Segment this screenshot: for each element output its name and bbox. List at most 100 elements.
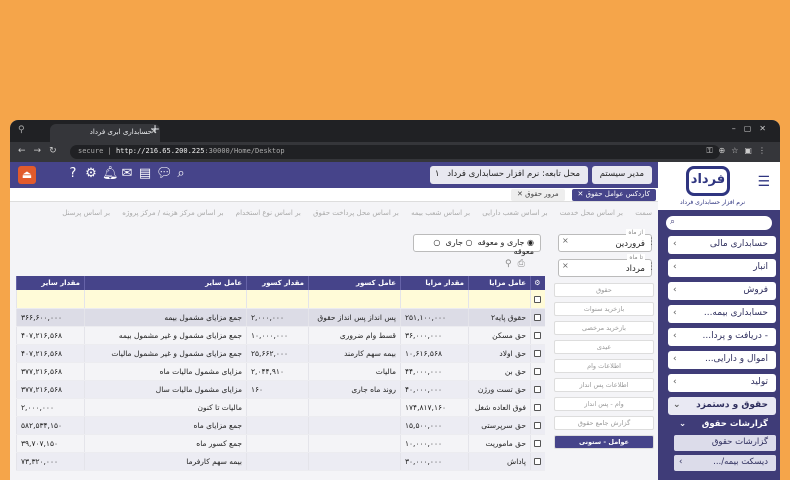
column-header[interactable]: عامل مزایا — [468, 276, 531, 290]
row-checkbox[interactable] — [530, 380, 545, 399]
row-checkbox[interactable] — [530, 344, 545, 363]
table-row[interactable]: حقوق پایه۲ ۲۵۱,۱۰۰,۰۰۰ پس انداز پس انداز ح… — [16, 308, 545, 327]
clear-icon[interactable]: × — [562, 261, 569, 270]
chevron-right-icon: › — [673, 308, 677, 318]
table-cell: ۳۹,۷۰۷,۱۵۰ — [16, 434, 85, 453]
filter-tab[interactable]: بر اساس نوع استخدام — [236, 209, 301, 217]
list-item[interactable]: اطلاعات پس انداز — [554, 378, 654, 392]
list-item-selected[interactable]: عوامل - ستونی — [554, 435, 654, 449]
table-row[interactable]: حق اولاد ۱۰,۶۱۶,۵۶۸ بیمه سهم کارمند ۲۵,۶۶۲,… — [16, 344, 545, 363]
more-icon[interactable]: ⋮ — [647, 262, 656, 272]
table-row[interactable]: پاداش ۳۰,۰۰۰,۰۰۰ بیمه سهم کارفرما ۷۳,۳۲۰,۰۰… — [16, 452, 545, 471]
filter-cell[interactable] — [308, 290, 401, 309]
nav-back-forward-reload-icon[interactable]: ←→↻ — [18, 146, 65, 156]
browser-tab[interactable]: حسابداری ابری فرداد ✕ — [50, 124, 160, 142]
browser-window: ⚲ حسابداری ابری فرداد ✕ + –▢✕ ←→↻ secure… — [10, 120, 780, 480]
mail-icon[interactable]: ✉ — [120, 166, 138, 181]
sidebar-item[interactable]: فروش › — [668, 282, 776, 300]
grid-header-row: ⚙ عامل مزایا مقدار مزایا عامل کسور مقدار… — [16, 276, 545, 290]
print-icon[interactable]: ⎙ — [518, 259, 531, 269]
filter-tab[interactable]: بر اساس شعب بیمه — [411, 209, 470, 217]
bell-icon[interactable]: 🔔︎ — [102, 166, 120, 181]
row-checkbox[interactable] — [530, 452, 545, 471]
row-checkbox[interactable] — [530, 326, 545, 345]
filter-tab[interactable]: بر اساس محل خدمت — [560, 209, 623, 217]
payroll-grid: ⚙ عامل مزایا مقدار مزایا عامل کسور مقدار… — [16, 276, 545, 471]
sidebar-subitem[interactable]: دیسکت بیمه/... › — [674, 455, 776, 471]
url-input[interactable]: secure | http://216.65.200.225:30000/Hom… — [70, 145, 720, 159]
table-row[interactable]: حق بن ۴۴,۰۰۰,۰۰۰ مالیات ۲,۰۴۴,۹۱۰ مزایای مشم… — [16, 362, 545, 381]
sidebar-item[interactable]: - دریافت و پردا... › — [668, 328, 776, 346]
column-header[interactable]: عامل کسور — [308, 276, 401, 290]
row-checkbox[interactable] — [530, 362, 545, 381]
list-item[interactable]: گزارش جامع حقوق — [554, 416, 654, 430]
table-cell: مزایای مشمول مالیات ماه — [84, 362, 247, 381]
table-cell: مزایای مشمول مالیات سال — [84, 380, 247, 399]
brand-subtitle: نرم افزار حسابداری فرداد — [680, 199, 745, 206]
column-header[interactable]: مقدار مزایا — [400, 276, 469, 290]
to-month-select[interactable]: تا ماه مرداد × — [558, 254, 652, 277]
list-item[interactable]: عیدی — [554, 340, 654, 354]
column-header[interactable]: عامل سایر — [84, 276, 247, 290]
list-item[interactable]: حقوق — [554, 283, 654, 297]
filter-cell[interactable] — [246, 290, 309, 309]
sidebar-item[interactable]: تولید › — [668, 374, 776, 392]
filter-cell[interactable] — [84, 290, 247, 309]
filter-tab[interactable]: بر اساس پرسنل — [62, 209, 110, 217]
list-item[interactable]: اطلاعات وام — [554, 359, 654, 373]
tab-payroll-review[interactable]: مرور حقوق ✕ — [511, 189, 565, 201]
hamburger-icon[interactable]: ☰ — [757, 174, 770, 190]
from-month-select[interactable]: از ماه فروردین × — [558, 229, 652, 252]
filter-cell[interactable] — [468, 290, 531, 309]
filter-tab[interactable]: بر اساس مرکز هزینه / مرکز پروژه — [122, 209, 223, 217]
table-cell: بیمه سهم کارمند — [308, 344, 401, 363]
window-controls[interactable]: –▢✕ — [732, 124, 774, 133]
list-item[interactable]: وام - پس انداز — [554, 397, 654, 411]
radio-current-and-deferred[interactable]: ◉ جاری و معوقه — [478, 238, 534, 247]
radio-current[interactable]: ○ جاری — [445, 238, 472, 247]
gear-icon[interactable]: ⚙ — [84, 166, 102, 181]
row-checkbox[interactable] — [530, 308, 545, 327]
help-icon[interactable]: ? — [66, 166, 84, 181]
table-row[interactable]: حق ماموریت ۱۰,۰۰۰,۰۰۰ جمع کسور ماه ۳۹,۷۰۷,۱… — [16, 434, 545, 453]
browser-menu-icon[interactable]: ⚲ — [18, 125, 25, 135]
filter-tab[interactable]: بر اساس شعب دارایی — [482, 209, 547, 217]
sidebar-item-payroll[interactable]: حقوق و دستمزد ⌄ — [668, 397, 776, 415]
column-settings[interactable]: ⚙ — [530, 276, 545, 290]
sidebar-item[interactable]: حسابداری بیمه... › — [668, 305, 776, 323]
list-item[interactable]: بازخرید مرخصی — [554, 321, 654, 335]
office-selector[interactable]: محل تابعه: نرم افزار حسابداری فرداد — [439, 166, 588, 184]
row-checkbox[interactable] — [530, 416, 545, 435]
document-icon[interactable]: ▤ — [138, 166, 156, 181]
column-header[interactable]: مقدار سایر — [16, 276, 85, 290]
list-item[interactable]: بازخرید سنوات — [554, 302, 654, 316]
column-header[interactable]: مقدار کسور — [246, 276, 309, 290]
sidebar-subitem[interactable]: گزارشات حقوق — [674, 435, 776, 451]
filter-tab[interactable]: سمت — [635, 209, 652, 217]
table-row[interactable]: حق سرپرستی ۱۵,۵۰۰,۰۰۰ جمع مزایای ماه ۵۸۲,۵۳… — [16, 416, 545, 435]
filter-tab[interactable]: بر اساس محل پرداخت حقوق — [313, 209, 399, 217]
sidebar-item[interactable]: حسابداری مالی › — [668, 236, 776, 254]
clear-icon[interactable]: × — [562, 236, 569, 245]
user-name[interactable]: مدیر سیستم — [591, 166, 652, 184]
more-icon[interactable]: ⋮ — [647, 237, 656, 247]
row-checkbox[interactable] — [530, 434, 545, 453]
logout-icon[interactable]: ⏏ — [18, 166, 36, 184]
select-all-checkbox[interactable] — [530, 290, 545, 309]
table-row[interactable]: فوق العاده شغل ۱۷۴,۸۱۷,۱۶۰ مالیات تا کنون ۲… — [16, 398, 545, 417]
filter-cell[interactable] — [400, 290, 469, 309]
sidebar-search-input[interactable]: ⌕ — [666, 216, 772, 230]
search-icon[interactable]: ⌕ — [174, 166, 192, 181]
extension-icons[interactable]: ⚿⊕☆▣⋮ — [706, 146, 772, 156]
sidebar-item[interactable]: اموال و دارایی... › — [668, 351, 776, 369]
row-checkbox[interactable] — [530, 398, 545, 417]
table-row[interactable]: حق تست ورژن ۴۰,۰۰۰,۰۰۰ روند ماه جاری ۱۶۰ مزا… — [16, 380, 545, 399]
chat-icon[interactable]: 💬︎ — [156, 166, 174, 181]
filter-icon[interactable]: ⚲ — [505, 259, 518, 269]
sidebar-subgroup-reports[interactable]: گزارشات حقوق ⌄ — [674, 417, 776, 433]
tab-payroll-cardex[interactable]: کاردکس عوامل حقوق ✕ — [571, 189, 656, 201]
sidebar-item[interactable]: انبار › — [668, 259, 776, 277]
filter-cell[interactable] — [16, 290, 85, 309]
new-tab-icon[interactable]: + — [150, 122, 160, 136]
table-row[interactable]: حق مسکن ۳۶,۰۰۰,۰۰۰ قسط وام ضروری ۱۰,۰۰۰,۰۰۰… — [16, 326, 545, 345]
